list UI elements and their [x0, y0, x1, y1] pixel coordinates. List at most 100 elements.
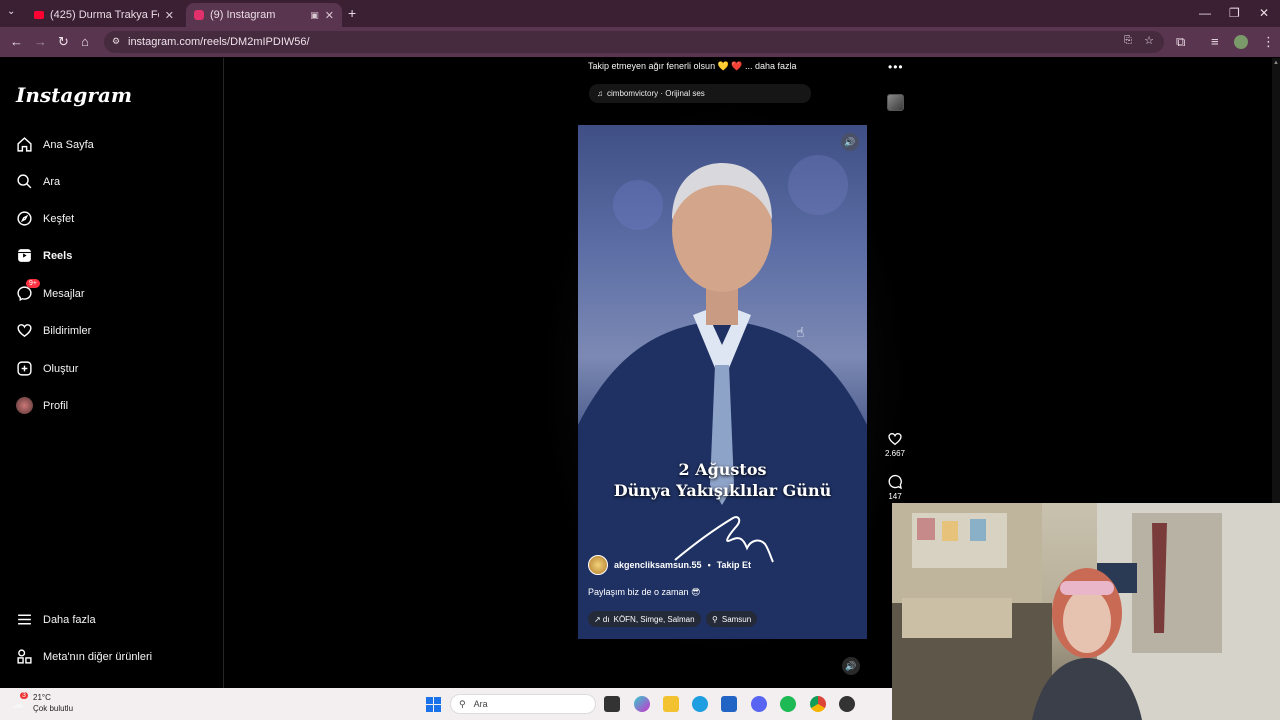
- reel-top-caption[interactable]: Takip etmeyen ağır fenerli olsun 💛 ❤️ ..…: [588, 61, 797, 72]
- reel-title-line1: 2 Ağustos: [678, 460, 767, 479]
- discord-icon[interactable]: [751, 696, 767, 712]
- chrome-icon[interactable]: [810, 696, 826, 712]
- edge-icon[interactable]: [692, 696, 708, 712]
- windows-taskbar: ☁ 3 21°C Çok bulutlu ⚲ Ara: [0, 688, 892, 720]
- comment-icon: [888, 474, 902, 490]
- sidebar-item-label: Bildirimler: [43, 324, 92, 337]
- close-icon[interactable]: ✕: [165, 9, 174, 22]
- screen-share-icon[interactable]: ▣: [310, 10, 319, 21]
- taskbar-search-input[interactable]: ⚲ Ara: [450, 694, 596, 714]
- browser-tab-bar: ⌄ (425) Durma Trakya Festivali #… ✕ (9) …: [0, 0, 1280, 27]
- webcam-overlay: [892, 503, 1280, 720]
- mouse-cursor-icon: ☝: [796, 324, 805, 340]
- reel-title: 2 Ağustos Dünya Yakışıklılar Günü: [578, 460, 867, 500]
- location-chip[interactable]: ⚲ Samsun: [706, 611, 758, 627]
- music-note-icon: ♫: [597, 89, 603, 98]
- tab-instagram[interactable]: (9) Instagram ▣ ✕: [186, 3, 342, 27]
- comment-count: 147: [888, 492, 902, 501]
- close-icon[interactable]: ✕: [325, 9, 334, 22]
- sidebar-item-label: Meta'nın diğer ürünleri: [43, 650, 153, 663]
- author-username[interactable]: akgencliksamsun.55: [614, 560, 702, 570]
- sidebar-item-label: Profil: [43, 399, 69, 412]
- site-info-icon[interactable]: ⚙: [112, 36, 120, 47]
- notification-badge: 9+: [26, 279, 40, 288]
- weather-description[interactable]: Çok bulutlu: [33, 704, 73, 713]
- scroll-up-icon[interactable]: ▲: [1273, 60, 1279, 66]
- more-menu-button[interactable]: Daha fazla: [16, 611, 96, 628]
- meta-products-button[interactable]: Meta'nın diğer ürünleri: [16, 648, 152, 665]
- sidebar-item-label: Mesajlar: [43, 287, 85, 300]
- copilot-icon[interactable]: [634, 696, 650, 712]
- like-button[interactable]: 2.667: [880, 431, 910, 458]
- avatar: [16, 397, 33, 414]
- windows-start-icon[interactable]: [426, 697, 441, 712]
- taskbar-search-placeholder: Ara: [473, 699, 488, 709]
- sidebar-item-label: Daha fazla: [43, 613, 96, 626]
- restore-icon[interactable]: ❐: [1229, 6, 1240, 20]
- instagram-sidebar: Instagram Ana Sayfa Ara Keşfet Reels 9+ …: [0, 58, 224, 688]
- sidebar-item-label: Ana Sayfa: [43, 138, 94, 151]
- store-icon[interactable]: [721, 696, 737, 712]
- plus-icon: [17, 361, 32, 376]
- youtube-icon: [34, 11, 44, 19]
- address-bar-row: ← → ↻ ⌂ ⚙ instagram.com/reels/DM2mIPDIW5…: [0, 27, 1280, 57]
- tab-youtube[interactable]: (425) Durma Trakya Festivali #… ✕: [26, 3, 182, 27]
- follow-button[interactable]: Takip Et: [717, 560, 751, 570]
- sidebar-item-create[interactable]: Oluştur: [16, 360, 78, 377]
- sidebar-item-search[interactable]: Ara: [16, 173, 60, 190]
- home-icon[interactable]: ⌂: [81, 34, 89, 49]
- task-view-icon[interactable]: [604, 696, 620, 712]
- media-control-icon[interactable]: ≡: [1211, 34, 1219, 49]
- install-icon[interactable]: ⎘: [1124, 35, 1132, 46]
- audio-label: cimbomvictory · Orijinal ses: [607, 89, 705, 98]
- collab-names: KÖFN, Simge, Salman: [613, 614, 695, 624]
- forward-icon[interactable]: →: [34, 34, 47, 49]
- location-name: Samsun: [721, 614, 752, 624]
- separator-dot: •: [707, 560, 711, 570]
- author-row: akgencliksamsun.55 • Takip Et: [588, 555, 751, 575]
- sidebar-item-reels[interactable]: Reels: [16, 247, 72, 264]
- audio-pill[interactable]: ♫ cimbomvictory · Orijinal ses: [589, 84, 811, 103]
- meta-products-icon: [17, 649, 32, 664]
- file-explorer-icon[interactable]: [663, 696, 679, 712]
- sidebar-item-label: Ara: [43, 175, 61, 188]
- hamburger-icon: [18, 614, 31, 625]
- browser-menu-icon[interactable]: ⋮: [1262, 34, 1275, 50]
- back-icon[interactable]: ←: [10, 34, 23, 49]
- url-text: instagram.com/reels/DM2mIPDIW56/: [128, 36, 310, 48]
- weather-temperature[interactable]: 21°C: [33, 693, 51, 702]
- search-icon: ⚲: [459, 698, 466, 709]
- extensions-icon[interactable]: ⧉: [1176, 34, 1185, 50]
- instagram-logo[interactable]: Instagram: [16, 83, 132, 107]
- spotify-icon[interactable]: [780, 696, 796, 712]
- reel-video[interactable]: 🔊 2 Ağustos Dünya Yakışıklılar Günü akge…: [578, 125, 867, 639]
- new-tab-icon[interactable]: +: [348, 5, 356, 21]
- home-icon: [17, 137, 32, 152]
- audio-thumbnail[interactable]: [887, 94, 904, 111]
- sidebar-item-notifications[interactable]: Bildirimler: [16, 322, 91, 339]
- sidebar-item-messages[interactable]: 9+ Mesajlar: [16, 279, 85, 302]
- profile-avatar[interactable]: [1234, 35, 1248, 49]
- url-field[interactable]: ⚙ instagram.com/reels/DM2mIPDIW56/ ⎘ ☆: [104, 31, 1164, 53]
- sidebar-item-explore[interactable]: Keşfet: [16, 210, 74, 227]
- bookmark-star-icon[interactable]: ☆: [1144, 34, 1154, 47]
- heart-icon: [17, 324, 32, 338]
- more-options-icon[interactable]: •••: [888, 60, 904, 74]
- reload-icon[interactable]: ↻: [58, 34, 69, 50]
- app-icon[interactable]: [839, 696, 855, 712]
- sidebar-item-profile[interactable]: Profil: [16, 397, 68, 414]
- tab-search-chevron-icon[interactable]: ⌄: [7, 6, 15, 17]
- reel-caption[interactable]: Paylaşım biz de o zaman 😎: [588, 587, 700, 598]
- author-avatar[interactable]: [588, 555, 608, 575]
- instagram-icon: [194, 10, 204, 20]
- search-icon: [17, 174, 32, 189]
- volume-icon[interactable]: 🔊: [842, 657, 860, 675]
- comment-button[interactable]: 147: [880, 474, 910, 501]
- volume-icon[interactable]: 🔊: [841, 133, 859, 151]
- minimize-icon[interactable]: —: [1199, 6, 1211, 20]
- window-close-icon[interactable]: ✕: [1259, 6, 1269, 20]
- notification-badge: 3: [20, 692, 28, 699]
- collab-chip[interactable]: ↗ dı KÖFN, Simge, Salman: [588, 611, 701, 627]
- sidebar-item-home[interactable]: Ana Sayfa: [16, 136, 94, 153]
- location-pin-icon: ⚲: [712, 614, 718, 624]
